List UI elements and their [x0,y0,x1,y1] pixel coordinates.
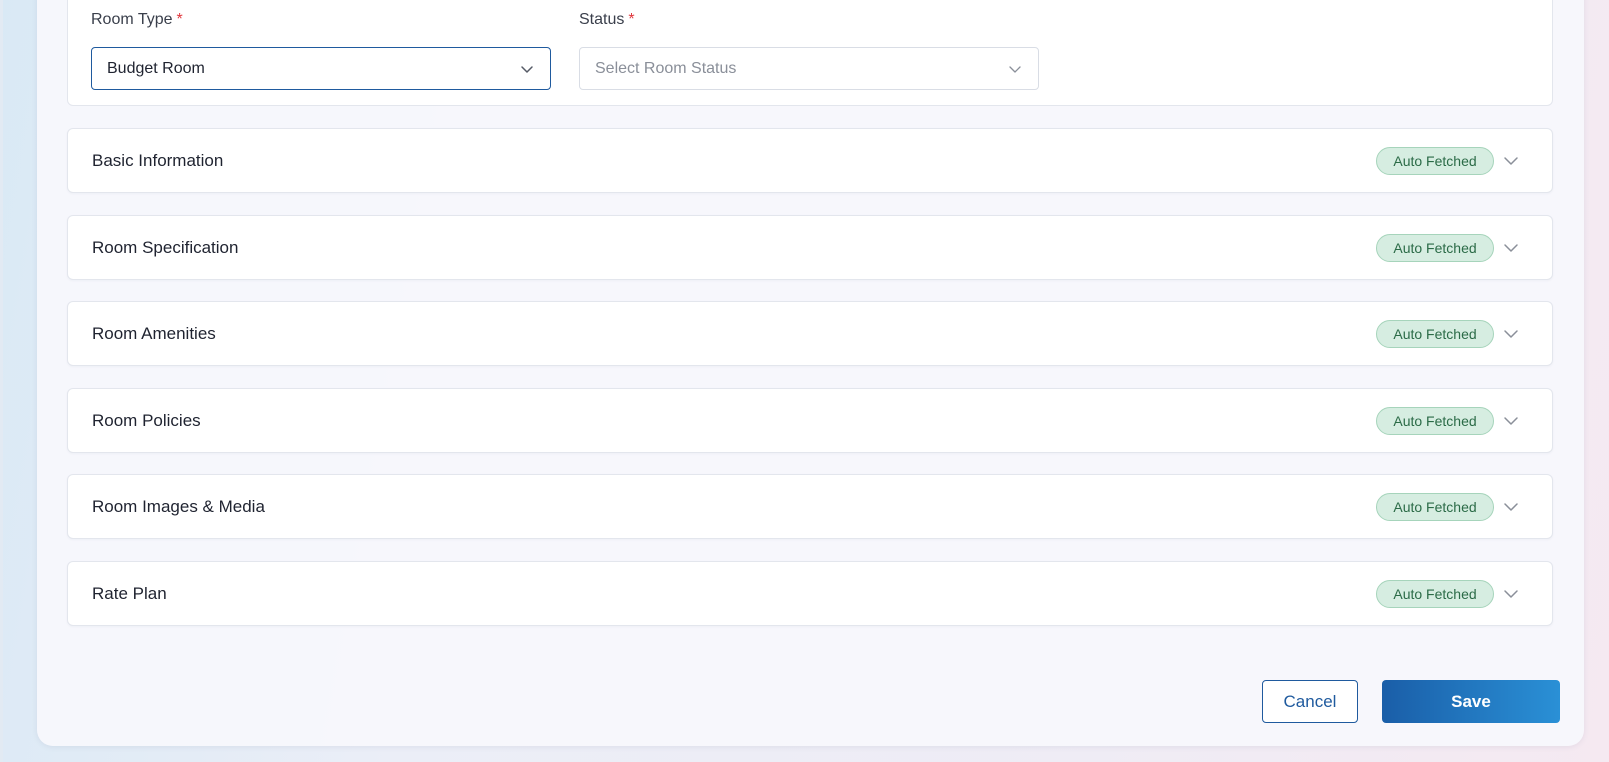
chevron-down-icon[interactable] [1503,240,1519,256]
auto-fetched-badge: Auto Fetched [1376,147,1494,175]
section-room-specification[interactable]: Room Specification Auto Fetched [67,215,1553,280]
section-title: Room Specification [92,238,239,257]
save-button[interactable]: Save [1382,680,1560,723]
section-room-policies[interactable]: Room Policies Auto Fetched [67,388,1553,453]
section-title: Rate Plan [92,584,167,603]
auto-fetched-badge: Auto Fetched [1376,234,1494,262]
section-rate-plan[interactable]: Rate Plan Auto Fetched [67,561,1553,626]
section-title: Room Policies [92,411,201,430]
section-basic-information[interactable]: Basic Information Auto Fetched [67,128,1553,193]
chevron-down-icon[interactable] [1503,326,1519,342]
chevron-down-icon [521,66,533,73]
auto-fetched-badge: Auto Fetched [1376,493,1494,521]
chevron-down-icon [1009,66,1021,73]
room-type-label: Room Type * [91,11,183,28]
section-title: Room Images & Media [92,497,265,516]
room-form-card: Room Type * Budget Room Status * Select Ro… [67,0,1553,106]
section-title: Basic Information [92,151,224,170]
status-select[interactable]: Select Room Status [579,47,1039,90]
cancel-button[interactable]: Cancel [1262,680,1358,723]
chevron-down-icon[interactable] [1503,413,1519,429]
auto-fetched-badge: Auto Fetched [1376,320,1494,348]
chevron-down-icon[interactable] [1503,499,1519,515]
chevron-down-icon[interactable] [1503,153,1519,169]
required-mark: * [176,11,183,28]
room-type-select[interactable]: Budget Room [91,47,551,90]
chevron-down-icon[interactable] [1503,586,1519,602]
auto-fetched-badge: Auto Fetched [1376,580,1494,608]
section-room-amenities[interactable]: Room Amenities Auto Fetched [67,301,1553,366]
window-edge [0,0,3,762]
required-mark: * [628,11,635,28]
status-label: Status * [579,11,635,28]
room-type-value: Budget Room [107,59,205,77]
section-title: Room Amenities [92,324,216,343]
section-room-images-media[interactable]: Room Images & Media Auto Fetched [67,474,1553,539]
auto-fetched-badge: Auto Fetched [1376,407,1494,435]
main-panel [37,0,1584,746]
status-placeholder: Select Room Status [595,59,737,77]
